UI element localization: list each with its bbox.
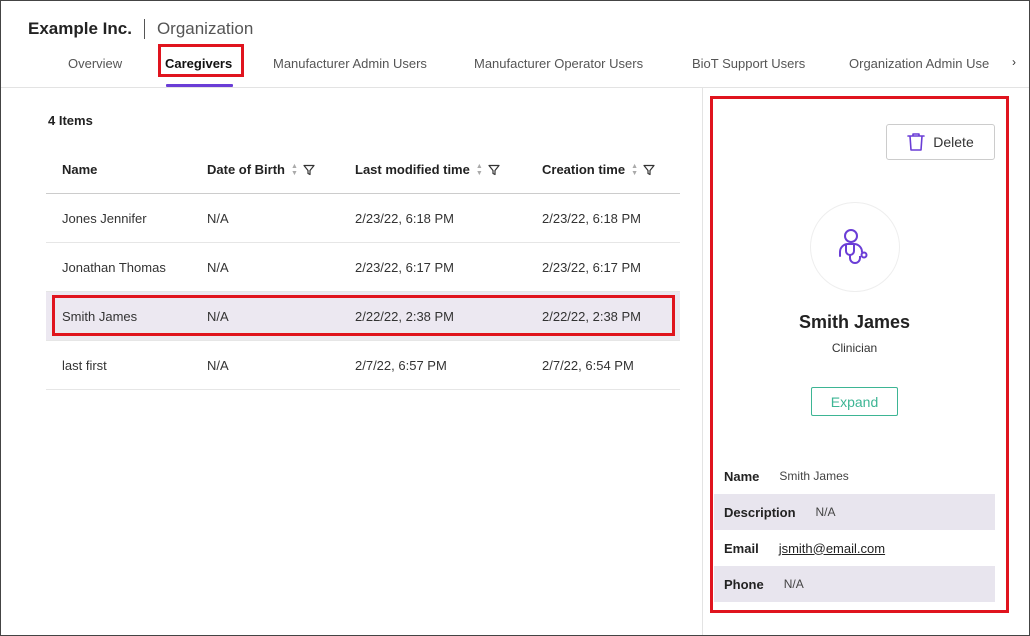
cell-date-of-birth: N/A [207,211,229,226]
tab-organization-admin-users[interactable]: Organization Admin Use [849,56,989,71]
header-divider [143,19,145,39]
page-header: Example Inc. Organization [28,18,253,40]
row-highlight-box [52,295,675,336]
column-header-label: Name [62,162,98,177]
sort-icon[interactable]: ▲ ▼ [476,163,483,177]
chevron-right-icon[interactable]: › [1012,55,1016,69]
cell-last-modified: 2/23/22, 6:17 PM [355,260,455,275]
column-header-name[interactable]: Name [62,162,97,177]
tab-manufacturer-admin-users[interactable]: Manufacturer Admin Users [273,56,427,71]
column-header-date-of-birth[interactable]: Date of Birth ▲ ▼ [207,162,315,177]
table-row[interactable]: last first N/A 2/7/22, 6:57 PM 2/7/22, 6… [46,341,680,390]
column-header-last-modified-time[interactable]: Last modified time ▲ ▼ [355,162,500,177]
table-row[interactable]: Jonathan Thomas N/A 2/23/22, 6:17 PM 2/2… [46,243,680,292]
company-name: Example Inc. [28,19,132,38]
cell-last-modified: 2/7/22, 6:57 PM [355,358,447,373]
table-header: Name Date of Birth ▲ ▼ Last modified time… [46,147,680,194]
pane-divider [702,88,703,635]
items-count: 4 Items [48,113,93,128]
filter-icon[interactable] [488,164,500,176]
column-header-label: Last modified time [355,162,470,177]
cell-last-modified: 2/23/22, 6:18 PM [355,211,455,226]
caregivers-table: Name Date of Birth ▲ ▼ Last modified time… [46,147,680,390]
column-header-label: Date of Birth [207,162,285,177]
tab-highlight-box [158,44,244,77]
section-title: Organization [156,19,254,38]
cell-name: Jonathan Thomas [62,260,166,275]
header-divider-line [1,87,1029,88]
column-header-label: Creation time [542,162,626,177]
cell-date-of-birth: N/A [207,260,229,275]
sort-icon[interactable]: ▲ ▼ [291,163,298,177]
cell-creation-time: 2/7/22, 6:54 PM [542,358,634,373]
tab-biot-support-users[interactable]: BioT Support Users [692,56,805,71]
table-row[interactable]: Jones Jennifer N/A 2/23/22, 6:18 PM 2/23… [46,194,680,243]
cell-name: last first [62,358,107,373]
filter-icon[interactable] [643,164,655,176]
cell-date-of-birth: N/A [207,358,229,373]
filter-icon[interactable] [303,164,315,176]
tab-manufacturer-operator-users[interactable]: Manufacturer Operator Users [474,56,643,71]
sort-icon[interactable]: ▲ ▼ [631,163,638,177]
column-header-creation-time[interactable]: Creation time ▲ ▼ [542,162,655,177]
tab-overview[interactable]: Overview [68,56,122,71]
cell-creation-time: 2/23/22, 6:18 PM [542,211,642,226]
cell-name: Jones Jennifer [62,211,147,226]
details-highlight-box [710,96,1009,613]
cell-creation-time: 2/23/22, 6:17 PM [542,260,642,275]
